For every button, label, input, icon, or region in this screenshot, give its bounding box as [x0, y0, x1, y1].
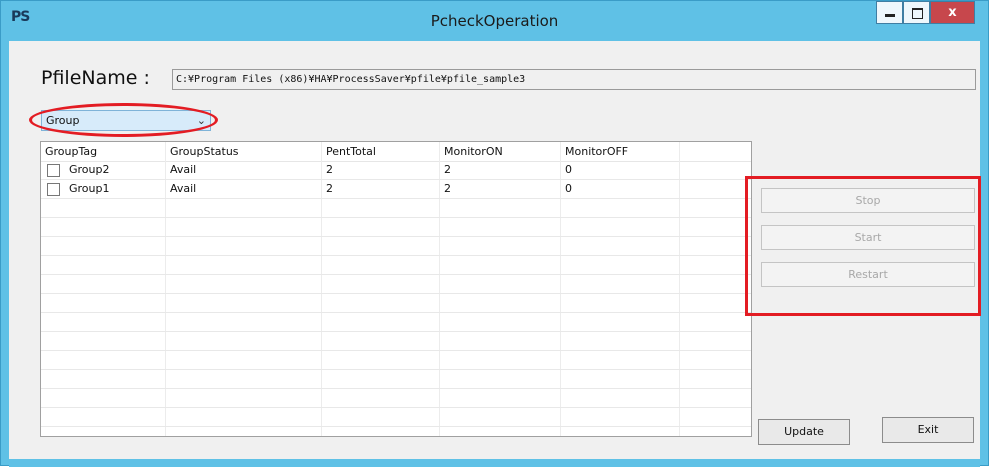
- client-area: PfileName : C:¥Program Files (x86)¥HA¥Pr…: [9, 41, 981, 459]
- empty-row: [41, 256, 751, 275]
- annotation-oval: [29, 103, 218, 137]
- table-header: GroupTag GroupStatus PentTotal MonitorON…: [41, 142, 751, 162]
- empty-row: [41, 408, 751, 427]
- column-header-penttotal[interactable]: PentTotal: [322, 142, 440, 161]
- cell-penttotal: 2: [326, 182, 333, 195]
- pfile-name-label: PfileName :: [41, 67, 150, 89]
- empty-row: [41, 351, 751, 370]
- cell-penttotal: 2: [326, 163, 333, 176]
- maximize-button[interactable]: [903, 1, 930, 24]
- empty-row: [41, 370, 751, 389]
- cell-grouptag: Group2: [69, 163, 110, 176]
- column-header-monitoron[interactable]: MonitorON: [440, 142, 561, 161]
- window-title: PcheckOperation: [430, 12, 559, 30]
- row-checkbox[interactable]: [47, 164, 60, 177]
- empty-row: [41, 313, 751, 332]
- cell-grouptag: Group1: [69, 182, 110, 195]
- empty-row: [41, 294, 751, 313]
- minimize-button[interactable]: [876, 1, 903, 24]
- maximize-icon: [912, 8, 923, 19]
- table-row[interactable]: Group2 Avail 2 2 0: [41, 161, 751, 180]
- column-header-grouptag[interactable]: GroupTag: [41, 142, 166, 161]
- empty-row: [41, 389, 751, 408]
- cell-groupstatus: Avail: [170, 163, 197, 176]
- row-checkbox[interactable]: [47, 183, 60, 196]
- exit-button[interactable]: Exit: [882, 417, 974, 443]
- annotation-box: [745, 176, 981, 316]
- title-bar[interactable]: PS PcheckOperation x: [1, 1, 988, 41]
- empty-row: [41, 199, 751, 218]
- empty-row: [41, 332, 751, 351]
- cell-groupstatus: Avail: [170, 182, 197, 195]
- empty-row: [41, 218, 751, 237]
- column-header-groupstatus[interactable]: GroupStatus: [166, 142, 322, 161]
- cell-monitoron: 2: [444, 182, 451, 195]
- group-table: GroupTag GroupStatus PentTotal MonitorON…: [40, 141, 752, 437]
- cell-monitoroff: 0: [565, 163, 572, 176]
- empty-row: [41, 237, 751, 256]
- minimize-icon: [885, 14, 895, 17]
- column-header-monitoroff[interactable]: MonitorOFF: [561, 142, 680, 161]
- update-button[interactable]: Update: [758, 419, 850, 445]
- cell-monitoron: 2: [444, 163, 451, 176]
- table-row[interactable]: Group1 Avail 2 2 0: [41, 180, 751, 199]
- app-window: PS PcheckOperation x PfileName : C:¥Prog…: [0, 0, 989, 467]
- pfile-path-field[interactable]: C:¥Program Files (x86)¥HA¥ProcessSaver¥p…: [172, 69, 976, 90]
- close-button[interactable]: x: [930, 1, 975, 24]
- empty-row: [41, 275, 751, 294]
- cell-monitoroff: 0: [565, 182, 572, 195]
